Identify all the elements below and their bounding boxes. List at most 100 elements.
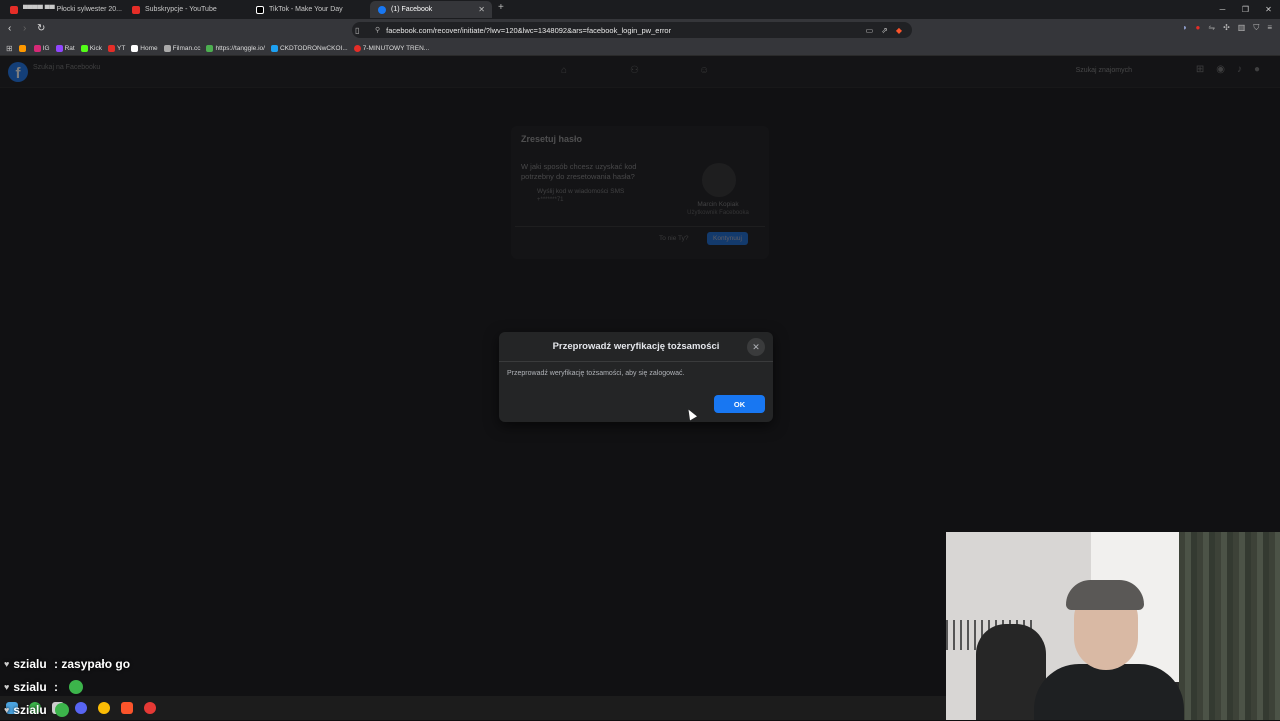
- webcam-person-cap: [1066, 580, 1144, 610]
- bookmark-label: Home: [140, 44, 158, 52]
- tab-plock[interactable]: ▀▀▀▀ ▀▀ Płocki sylwester 20...: [2, 1, 124, 18]
- bookmark-label: https://tanggle.io/: [215, 44, 265, 52]
- kick-icon: [80, 44, 88, 52]
- divider: [515, 226, 765, 227]
- taskbar: [0, 696, 946, 720]
- extension-icon[interactable]: ⇋: [1208, 23, 1215, 33]
- address-bar-actions: ▭ ⇗ ◆: [866, 26, 902, 35]
- filman-icon: [163, 44, 171, 52]
- maximize-icon[interactable]: ❐: [1234, 0, 1257, 19]
- youtube-icon: [107, 44, 115, 52]
- bookmark-item[interactable]: [18, 44, 28, 52]
- facebook-search-input[interactable]: Szukaj na Facebooku: [33, 64, 100, 71]
- extensions-area: ◗ ● ⇋ ✣ ▥ ⛉ ≡: [1183, 23, 1272, 33]
- tab-subscriptions[interactable]: Subskrypcje - YouTube: [124, 1, 248, 18]
- address-bar[interactable]: ▯ ⚲ facebook.com/recover/initiate/?lwv=1…: [352, 22, 912, 38]
- sidebar-icon[interactable]: ▥: [1238, 23, 1246, 33]
- bookmark-icon[interactable]: ▯: [355, 26, 359, 35]
- puzzle-icon[interactable]: ✣: [1223, 23, 1230, 33]
- bookmark-label: YT: [116, 44, 126, 52]
- dialog-message: Przeprowadź weryfikację tożsamości, aby …: [507, 370, 685, 377]
- bookmark-favicon-icon: [18, 44, 26, 52]
- close-window-icon[interactable]: ✕: [1257, 0, 1280, 19]
- menu-grid-icon[interactable]: ⊞: [1196, 64, 1204, 75]
- extension-icon[interactable]: ◗: [1183, 23, 1188, 33]
- chat-username: szialu: [13, 656, 47, 671]
- chat-text: : zasypało go: [50, 656, 131, 671]
- find-friends-button[interactable]: Szukaj znajomych: [1076, 67, 1132, 74]
- messenger-icon[interactable]: ◉: [1216, 64, 1225, 75]
- extension-icon[interactable]: ●: [1196, 23, 1201, 33]
- app-icon[interactable]: [144, 702, 156, 714]
- facebook-header: f Szukaj na Facebooku ⌂ ⚇ ☺ Szukaj znajo…: [0, 56, 1280, 88]
- bookmark-item[interactable]: 7-MINUTOWY TREN...: [353, 44, 430, 52]
- bookmark-item[interactable]: https://tanggle.io/: [206, 44, 265, 52]
- groups-icon[interactable]: ☺: [699, 65, 709, 76]
- x-icon: [131, 44, 139, 52]
- bookmark-label: 7-MINUTOWY TREN...: [362, 44, 430, 52]
- facebook-logo-icon[interactable]: f: [8, 62, 28, 82]
- tab-label: Subskrypcje - YouTube: [145, 6, 217, 13]
- stream-chat: ♥ szialu : zasypało go ♥ szialu : ♥ szia…: [4, 652, 130, 721]
- share-icon[interactable]: ⇗: [881, 26, 888, 35]
- close-tab-icon[interactable]: ✕: [478, 5, 485, 14]
- tab-tiktok[interactable]: TikTok - Make Your Day: [248, 1, 370, 18]
- reset-password-card: Zresetuj hasło W jaki sposób chcesz uzys…: [511, 126, 769, 259]
- reset-question: W jaki sposób chcesz uzyskać kod potrzeb…: [521, 162, 637, 181]
- home-icon[interactable]: ⌂: [561, 65, 567, 76]
- heart-icon: ♥: [4, 658, 10, 669]
- bookmark-item[interactable]: Filman.cc: [163, 44, 200, 52]
- back-icon[interactable]: ‹: [8, 23, 11, 34]
- chat-message: ♥ szialu : zasypało go: [4, 652, 130, 675]
- tab-label: (1) Facebook: [391, 6, 433, 13]
- new-tab-button[interactable]: +: [498, 2, 504, 13]
- bookmark-item[interactable]: YT: [107, 44, 126, 52]
- url-text: facebook.com/recover/initiate/?lwv=120&l…: [386, 25, 672, 35]
- webcam-person-body: [1034, 664, 1184, 720]
- site-info-icon[interactable]: ⚲: [375, 26, 380, 34]
- nav-bar: ‹ › ↻ ▯ ⚲ facebook.com/recover/initiate/…: [0, 19, 1280, 41]
- account-avatar[interactable]: ●: [1254, 64, 1260, 75]
- tab-label: TikTok - Make Your Day: [269, 6, 343, 13]
- emote-icon: [69, 679, 84, 694]
- friends-icon[interactable]: ⚇: [630, 65, 639, 76]
- tanggle-icon: [206, 44, 214, 52]
- chat-message: ♥ szialu: [4, 698, 130, 721]
- twitch-icon: [55, 44, 63, 52]
- sms-option[interactable]: Wyślij kod w wiadomości SMS: [537, 188, 624, 195]
- avatar: [702, 163, 736, 197]
- chat-message: ♥ szialu :: [4, 675, 130, 698]
- reader-icon[interactable]: ▭: [866, 26, 874, 35]
- vpn-icon[interactable]: ⛉: [1253, 23, 1259, 33]
- youtube-icon: [353, 44, 361, 52]
- bookmark-item[interactable]: CKDTODRONwCKOI...: [270, 44, 348, 52]
- bookmark-item[interactable]: Rat: [55, 44, 75, 52]
- bookmark-item[interactable]: Kick: [80, 44, 102, 52]
- minimize-icon[interactable]: ─: [1211, 0, 1234, 19]
- bookmark-item[interactable]: IG: [33, 44, 50, 52]
- emote-icon: [54, 702, 69, 717]
- forward-icon[interactable]: ›: [23, 23, 26, 34]
- tab-facebook[interactable]: (1) Facebook ✕: [370, 1, 492, 18]
- facebook-header-actions: ⊞ ◉ ♪ ●: [1196, 64, 1260, 75]
- webcam-curtain: [1179, 532, 1280, 720]
- verification-dialog: Przeprowadź weryfikację tożsamości ✕ Prz…: [499, 332, 773, 422]
- notifications-icon[interactable]: ♪: [1237, 64, 1242, 75]
- reload-icon[interactable]: ↻: [37, 23, 45, 34]
- browser-chrome: ▀▀▀▀ ▀▀ Płocki sylwester 20... Subskrypc…: [0, 0, 1280, 56]
- continue-button[interactable]: Kontynuuj: [707, 232, 748, 245]
- chat-username: szialu: [13, 679, 47, 694]
- tab-label: ▀▀▀▀ ▀▀ Płocki sylwester 20...: [23, 6, 123, 13]
- facebook-icon: [378, 5, 386, 14]
- tab-bar: ▀▀▀▀ ▀▀ Płocki sylwester 20... Subskrypc…: [0, 0, 1280, 19]
- apps-icon[interactable]: ⊞: [6, 44, 13, 53]
- brave-shields-icon[interactable]: ◆: [896, 26, 902, 35]
- dialog-title: Przeprowadź weryfikację tożsamości: [499, 332, 773, 362]
- menu-icon[interactable]: ≡: [1267, 23, 1272, 33]
- chat-text: :: [50, 679, 62, 694]
- not-you-button[interactable]: To nie Ty?: [653, 232, 695, 245]
- ok-button[interactable]: OK: [714, 395, 765, 413]
- close-icon[interactable]: ✕: [747, 338, 765, 356]
- bookmark-label: IG: [42, 44, 50, 52]
- bookmark-item[interactable]: Home: [131, 44, 158, 52]
